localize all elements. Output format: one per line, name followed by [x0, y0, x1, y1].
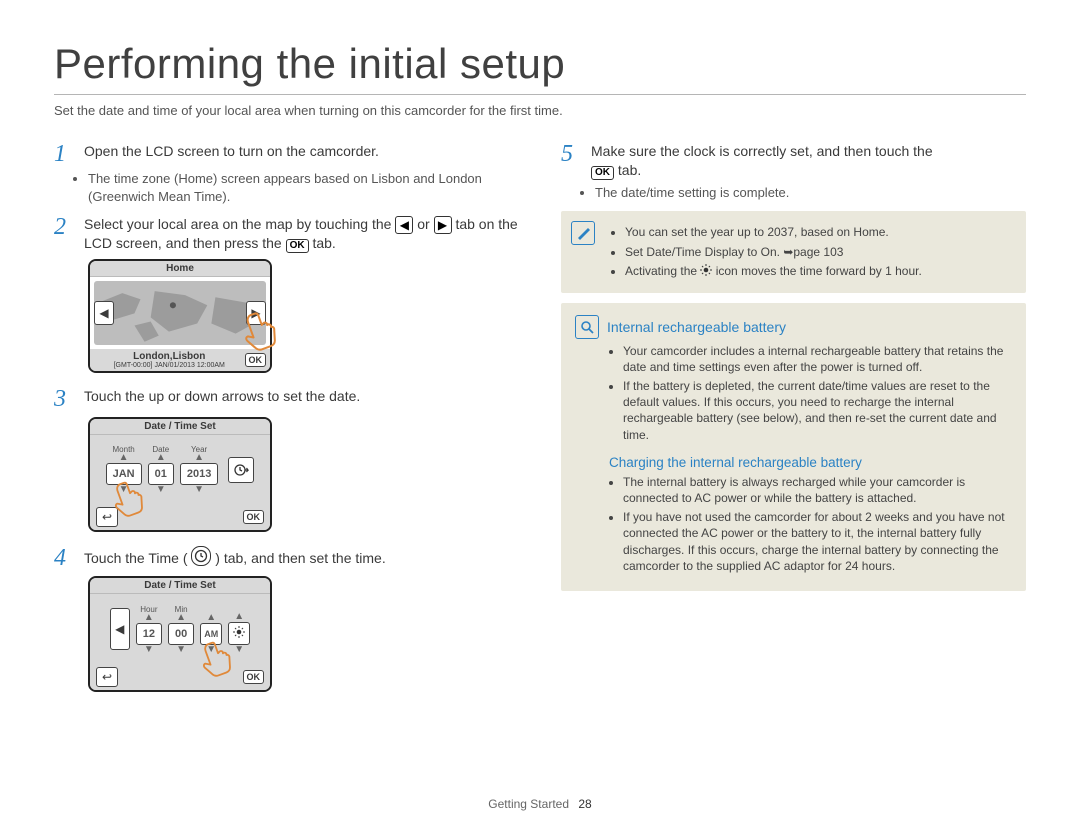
step-text: Select your local area on the map by tou…: [84, 215, 519, 253]
touch-hand-icon: [112, 475, 154, 522]
map-left-button[interactable]: ◀: [94, 301, 114, 325]
list-item: If the battery is depleted, the current …: [623, 378, 1012, 443]
note-item: Set Date/Time Display to On. ➥page 103: [625, 244, 1014, 260]
year-col: Year ▲ 2013 ▼: [180, 445, 218, 494]
note-item: You can set the year up to 2037, based o…: [625, 224, 1014, 240]
touch-hand-icon: [242, 305, 288, 356]
step-3: 3 Touch the up or down arrows to set the…: [54, 387, 519, 411]
hour-col: Hour ▲ 12 ▼: [136, 605, 162, 654]
step-text: Open the LCD screen to turn on the camco…: [84, 142, 379, 161]
lcd-title: Date / Time Set: [90, 578, 270, 594]
touch-hand-icon: [200, 635, 242, 682]
step-1: 1 Open the LCD screen to turn on the cam…: [54, 142, 519, 166]
up-arrow-icon[interactable]: ▲: [106, 454, 142, 462]
bullet: The time zone (Home) screen appears base…: [88, 170, 519, 205]
step-number: 3: [54, 387, 74, 411]
page-number: 28: [578, 797, 591, 811]
step-4: 4 Touch the Time ( ) tab, and then set t…: [54, 546, 519, 570]
step-text: Touch the Time ( ) tab, and then set the…: [84, 546, 386, 568]
step-5-bullets: The date/time setting is complete.: [595, 184, 1026, 202]
lcd-city-line: London,Lisbon [GMT-00:00] JAN/01/2013 12…: [94, 351, 245, 369]
calendar-tab-button[interactable]: ◀: [110, 608, 130, 650]
step-5: 5 Make sure the clock is correctly set, …: [561, 142, 1026, 180]
step-text: Make sure the clock is correctly set, an…: [591, 142, 933, 180]
up-arrow-icon[interactable]: ▲: [148, 454, 174, 462]
lcd-timezone: Home ◀ ▶: [88, 259, 272, 373]
min-value[interactable]: 00: [168, 623, 194, 645]
note-icon: [571, 221, 595, 245]
page-title: Performing the initial setup: [54, 40, 1026, 88]
lcd-body: ◀ Hour ▲ 12 ▼ Min ▲ 00 ▼: [90, 594, 270, 664]
battery-box: Internal rechargeable battery Your camco…: [561, 303, 1026, 591]
sun-icon: [700, 264, 712, 280]
ok-button[interactable]: OK: [243, 670, 265, 684]
charging-heading: Charging the internal rechargeable batte…: [609, 455, 1012, 470]
right-arrow-icon: ▶: [434, 216, 452, 234]
intro-text: Set the date and time of your local area…: [54, 103, 1026, 118]
ok-icon: OK: [591, 166, 614, 180]
list-item: Your camcorder includes a internal recha…: [623, 343, 1012, 375]
year-value[interactable]: 2013: [180, 463, 218, 485]
list-item: If you have not used the camcorder for a…: [623, 509, 1012, 574]
battery-list: Your camcorder includes a internal recha…: [623, 343, 1012, 443]
hour-value[interactable]: 12: [136, 623, 162, 645]
lcd-title: Home: [90, 261, 270, 277]
step-number: 5: [561, 142, 581, 166]
lcd-date: Date / Time Set Month ▲ JAN ▼ Date ▲ 01: [88, 417, 272, 532]
down-arrow-icon[interactable]: ▼: [180, 486, 218, 494]
down-arrow-icon[interactable]: ▼: [136, 646, 162, 654]
two-column-layout: 1 Open the LCD screen to turn on the cam…: [54, 136, 1026, 706]
up-arrow-icon[interactable]: ▲: [228, 613, 250, 621]
lcd-title: Date / Time Set: [90, 419, 270, 435]
up-arrow-icon[interactable]: ▲: [180, 454, 218, 462]
time-tab-button[interactable]: [228, 457, 254, 483]
list-item: The internal battery is always recharged…: [623, 474, 1012, 506]
title-rule: [54, 94, 1026, 95]
left-arrow-icon: ◀: [395, 216, 413, 234]
up-arrow-icon[interactable]: ▲: [136, 614, 162, 622]
ok-icon: OK: [286, 239, 309, 253]
step-number: 1: [54, 142, 74, 166]
manual-page: Performing the initial setup Set the dat…: [0, 0, 1080, 825]
back-button[interactable]: ↩: [96, 667, 118, 687]
charging-list: The internal battery is always recharged…: [623, 474, 1012, 574]
left-column: 1 Open the LCD screen to turn on the cam…: [54, 136, 519, 706]
battery-heading: Internal rechargeable battery: [575, 315, 1012, 339]
min-col: Min ▲ 00 ▼: [168, 605, 194, 654]
step-2: 2 Select your local area on the map by t…: [54, 215, 519, 253]
down-arrow-icon[interactable]: ▼: [168, 646, 194, 654]
step-text: Touch the up or down arrows to set the d…: [84, 387, 360, 406]
section-name: Getting Started: [488, 797, 569, 811]
right-column: 5 Make sure the clock is correctly set, …: [561, 136, 1026, 706]
clock-icon: [191, 546, 211, 566]
step-number: 4: [54, 546, 74, 570]
note-item: Activating the icon moves the time forwa…: [625, 263, 1014, 280]
lcd-body: ◀ ▶: [90, 277, 270, 349]
lcd-time: Date / Time Set ◀ Hour ▲ 12 ▼ Min ▲: [88, 576, 272, 692]
up-arrow-icon[interactable]: ▲: [200, 614, 222, 622]
lcd-body: Month ▲ JAN ▼ Date ▲ 01 ▼ Year: [90, 435, 270, 504]
up-arrow-icon[interactable]: ▲: [168, 614, 194, 622]
bullet: The date/time setting is complete.: [595, 184, 1026, 202]
step-1-bullets: The time zone (Home) screen appears base…: [88, 170, 519, 205]
magnifier-icon: [575, 315, 599, 339]
ok-button[interactable]: OK: [243, 510, 265, 524]
note-box: You can set the year up to 2037, based o…: [561, 211, 1026, 292]
page-footer: Getting Started 28: [0, 797, 1080, 811]
note-list: You can set the year up to 2037, based o…: [609, 224, 1014, 279]
step-number: 2: [54, 215, 74, 239]
